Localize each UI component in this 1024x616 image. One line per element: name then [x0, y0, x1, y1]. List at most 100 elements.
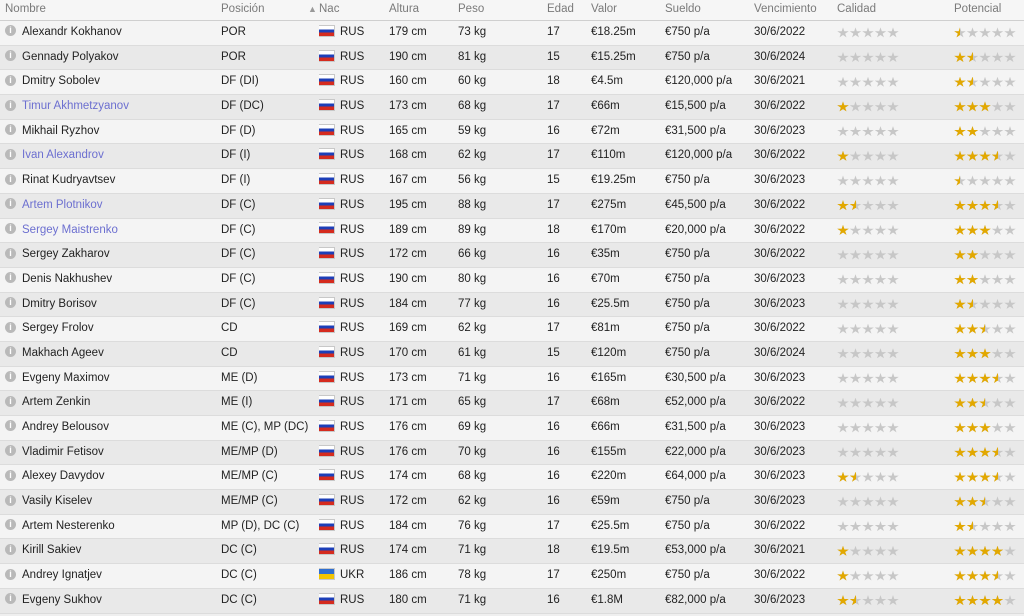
player-name[interactable]: Ivan Alexandrov	[22, 144, 217, 168]
info-icon[interactable]: i	[5, 371, 16, 383]
player-name[interactable]: Evgeny Sukhov	[22, 589, 217, 613]
player-name[interactable]: Dmitry Borisov	[22, 293, 217, 317]
header-sueldo[interactable]: Sueldo	[665, 0, 749, 18]
info-icon[interactable]: i	[5, 247, 16, 259]
info-icon[interactable]: i	[5, 494, 16, 506]
info-icon[interactable]: i	[5, 222, 16, 234]
star-icon	[991, 52, 1004, 63]
info-icon[interactable]: i	[5, 395, 16, 407]
table-row[interactable]: i Dmitry Sobolev DF (DI) RUS 160 cm 60 kg 18 €4…	[0, 70, 1024, 96]
player-name[interactable]: Dmitry Sobolev	[22, 70, 217, 94]
table-row[interactable]: i Vasily Kiselev ME/MP (C) RUS 172 cm 62 kg 16…	[0, 490, 1024, 515]
info-icon[interactable]: i	[5, 568, 16, 580]
table-row[interactable]: i Alexandr Kokhanov POR RUS 179 cm 73 kg 17 €18…	[0, 21, 1024, 46]
info-icon[interactable]: i	[5, 198, 16, 210]
header-nac[interactable]: Nac	[319, 0, 385, 18]
player-position: MP (D), DC (C)	[221, 519, 300, 532]
header-altura[interactable]: Altura	[389, 0, 453, 18]
header-vencimiento[interactable]: Vencimiento	[754, 0, 832, 18]
sort-ascending-icon[interactable]: ▲	[308, 0, 317, 18]
table-row[interactable]: i Gennady Polyakov POR RUS 190 cm 81 kg 15 €15.…	[0, 45, 1024, 71]
info-icon[interactable]: i	[5, 148, 16, 160]
player-name[interactable]: Rinat Kudryavtsev	[22, 169, 217, 193]
header-nombre[interactable]: Nombre	[5, 0, 200, 18]
info-icon[interactable]: i	[5, 124, 16, 136]
info-icon[interactable]: i	[5, 272, 16, 284]
info-icon[interactable]: i	[5, 543, 16, 555]
info-icon[interactable]: i	[5, 74, 16, 86]
quality-stars	[837, 367, 900, 391]
player-name[interactable]: Artem Nesterenko	[22, 515, 217, 539]
header-valor[interactable]: Valor	[591, 0, 661, 18]
player-name[interactable]: Kirill Sakiev	[22, 539, 217, 563]
player-name[interactable]: Gennady Polyakov	[22, 46, 217, 70]
player-name[interactable]: Artem Zenkin	[22, 391, 217, 415]
table-row[interactable]: i Timur Akhmetzyanov DF (DC) RUS 173 cm 68 kg…	[0, 95, 1024, 120]
table-row[interactable]: i Artem Zenkin ME (I) RUS 171 cm 65 kg 17 €68m €…	[0, 391, 1024, 416]
player-name[interactable]: Andrey Belousov	[22, 416, 217, 440]
flag-icon	[319, 124, 334, 135]
table-row[interactable]: i Kirill Sakiev DC (C) RUS 174 cm 71 kg 18 €19.…	[0, 539, 1024, 565]
table-row[interactable]: i Andrey Ignatjev DC (C) UKR 186 cm 78 kg 17 €2…	[0, 564, 1024, 589]
info-icon[interactable]: i	[5, 297, 16, 309]
table-row[interactable]: i Denis Nakhushev DF (C) RUS 190 cm 80 kg 16 €7…	[0, 267, 1024, 293]
player-name[interactable]: Alexey Davydov	[22, 465, 217, 489]
table-row[interactable]: i Rinat Kudryavtsev DF (I) RUS 167 cm 56 kg 15…	[0, 169, 1024, 194]
player-value: €220m	[591, 470, 627, 483]
player-contract-expiry: 30/6/2023	[754, 470, 806, 483]
header-calidad[interactable]: Calidad	[837, 0, 947, 18]
table-row[interactable]: i Evgeny Maximov ME (D) RUS 173 cm 71 kg 16 €16…	[0, 366, 1024, 392]
player-name[interactable]: Vasily Kiselev	[22, 490, 217, 514]
player-name[interactable]: Alexandr Kokhanov	[22, 21, 217, 45]
player-name[interactable]: Sergey Zakharov	[22, 243, 217, 267]
info-icon[interactable]: i	[5, 50, 16, 62]
info-icon[interactable]: i	[5, 593, 16, 605]
player-name[interactable]: Vladimir Fetisov	[22, 441, 217, 465]
info-icon[interactable]: i	[5, 420, 16, 432]
table-row[interactable]: i Artem Plotnikov DF (C) RUS 195 cm 88 kg 17 €2…	[0, 193, 1024, 219]
star-icon	[966, 298, 979, 310]
info-icon[interactable]: i	[5, 321, 16, 333]
table-row[interactable]: i Sergey Maistrenko DF (C) RUS 189 cm 89 kg 18…	[0, 218, 1024, 244]
table-row[interactable]: i Vladimir Fetisov ME/MP (D) RUS 176 cm 70 kg…	[0, 440, 1024, 466]
table-row[interactable]: i Sergey Zakharov DF (C) RUS 172 cm 66 kg 16 €3…	[0, 243, 1024, 268]
info-icon[interactable]: i	[5, 346, 16, 358]
player-name[interactable]: Timur Akhmetzyanov	[22, 95, 217, 119]
table-row[interactable]: i Makhach Ageev CD RUS 170 cm 61 kg 15 €120m €75…	[0, 341, 1024, 367]
flag-icon	[319, 495, 334, 506]
table-row[interactable]: i Alexey Davydov ME/MP (C) RUS 174 cm 68 kg 16…	[0, 465, 1024, 491]
quality-stars	[837, 144, 900, 168]
player-name[interactable]: Andrey Ignatjev	[22, 564, 217, 588]
header-potencial[interactable]: Potencial	[954, 0, 1024, 18]
player-name[interactable]: Sergey Frolov	[22, 317, 217, 341]
star-icon	[862, 126, 874, 137]
table-row[interactable]: i Evgeny Sukhov DC (C) RUS 180 cm 71 kg 16 €1.8…	[0, 588, 1024, 614]
flag-icon	[319, 322, 334, 333]
header-posicion[interactable]: Posición	[221, 0, 311, 18]
info-icon[interactable]: i	[5, 519, 16, 531]
player-name[interactable]: Artem Plotnikov	[22, 194, 217, 218]
player-height: 190 cm	[389, 272, 427, 285]
player-name[interactable]: Mikhail Ryzhov	[22, 120, 217, 144]
star-icon	[887, 422, 899, 433]
player-position: DF (C)	[221, 297, 256, 310]
potential-stars	[954, 243, 1017, 267]
table-row[interactable]: i Dmitry Borisov DF (C) RUS 184 cm 77 kg 16 €25…	[0, 292, 1024, 318]
info-cell: i	[5, 21, 19, 45]
player-name[interactable]: Evgeny Maximov	[22, 367, 217, 391]
header-edad[interactable]: Edad	[547, 0, 587, 18]
table-row[interactable]: i Artem Nesterenko MP (D), DC (C) RUS 184 cm…	[0, 514, 1024, 540]
player-name[interactable]: Sergey Maistrenko	[22, 219, 217, 243]
table-row[interactable]: i Sergey Frolov CD RUS 169 cm 62 kg 17 €81m €750…	[0, 317, 1024, 342]
table-row[interactable]: i Ivan Alexandrov DF (I) RUS 168 cm 62 kg 17 €1…	[0, 144, 1024, 170]
table-row[interactable]: i Mikhail Ryzhov DF (D) RUS 165 cm 59 kg 16 €72…	[0, 119, 1024, 145]
info-icon[interactable]: i	[5, 99, 16, 111]
header-peso[interactable]: Peso	[458, 0, 538, 18]
player-name[interactable]: Denis Nakhushev	[22, 268, 217, 292]
player-name[interactable]: Makhach Ageev	[22, 342, 217, 366]
info-icon[interactable]: i	[5, 173, 16, 185]
table-row[interactable]: i Andrey Belousov ME (C), MP (DC) RUS 176 cm…	[0, 416, 1024, 441]
info-icon[interactable]: i	[5, 25, 16, 37]
info-icon[interactable]: i	[5, 469, 16, 481]
info-icon[interactable]: i	[5, 445, 16, 457]
